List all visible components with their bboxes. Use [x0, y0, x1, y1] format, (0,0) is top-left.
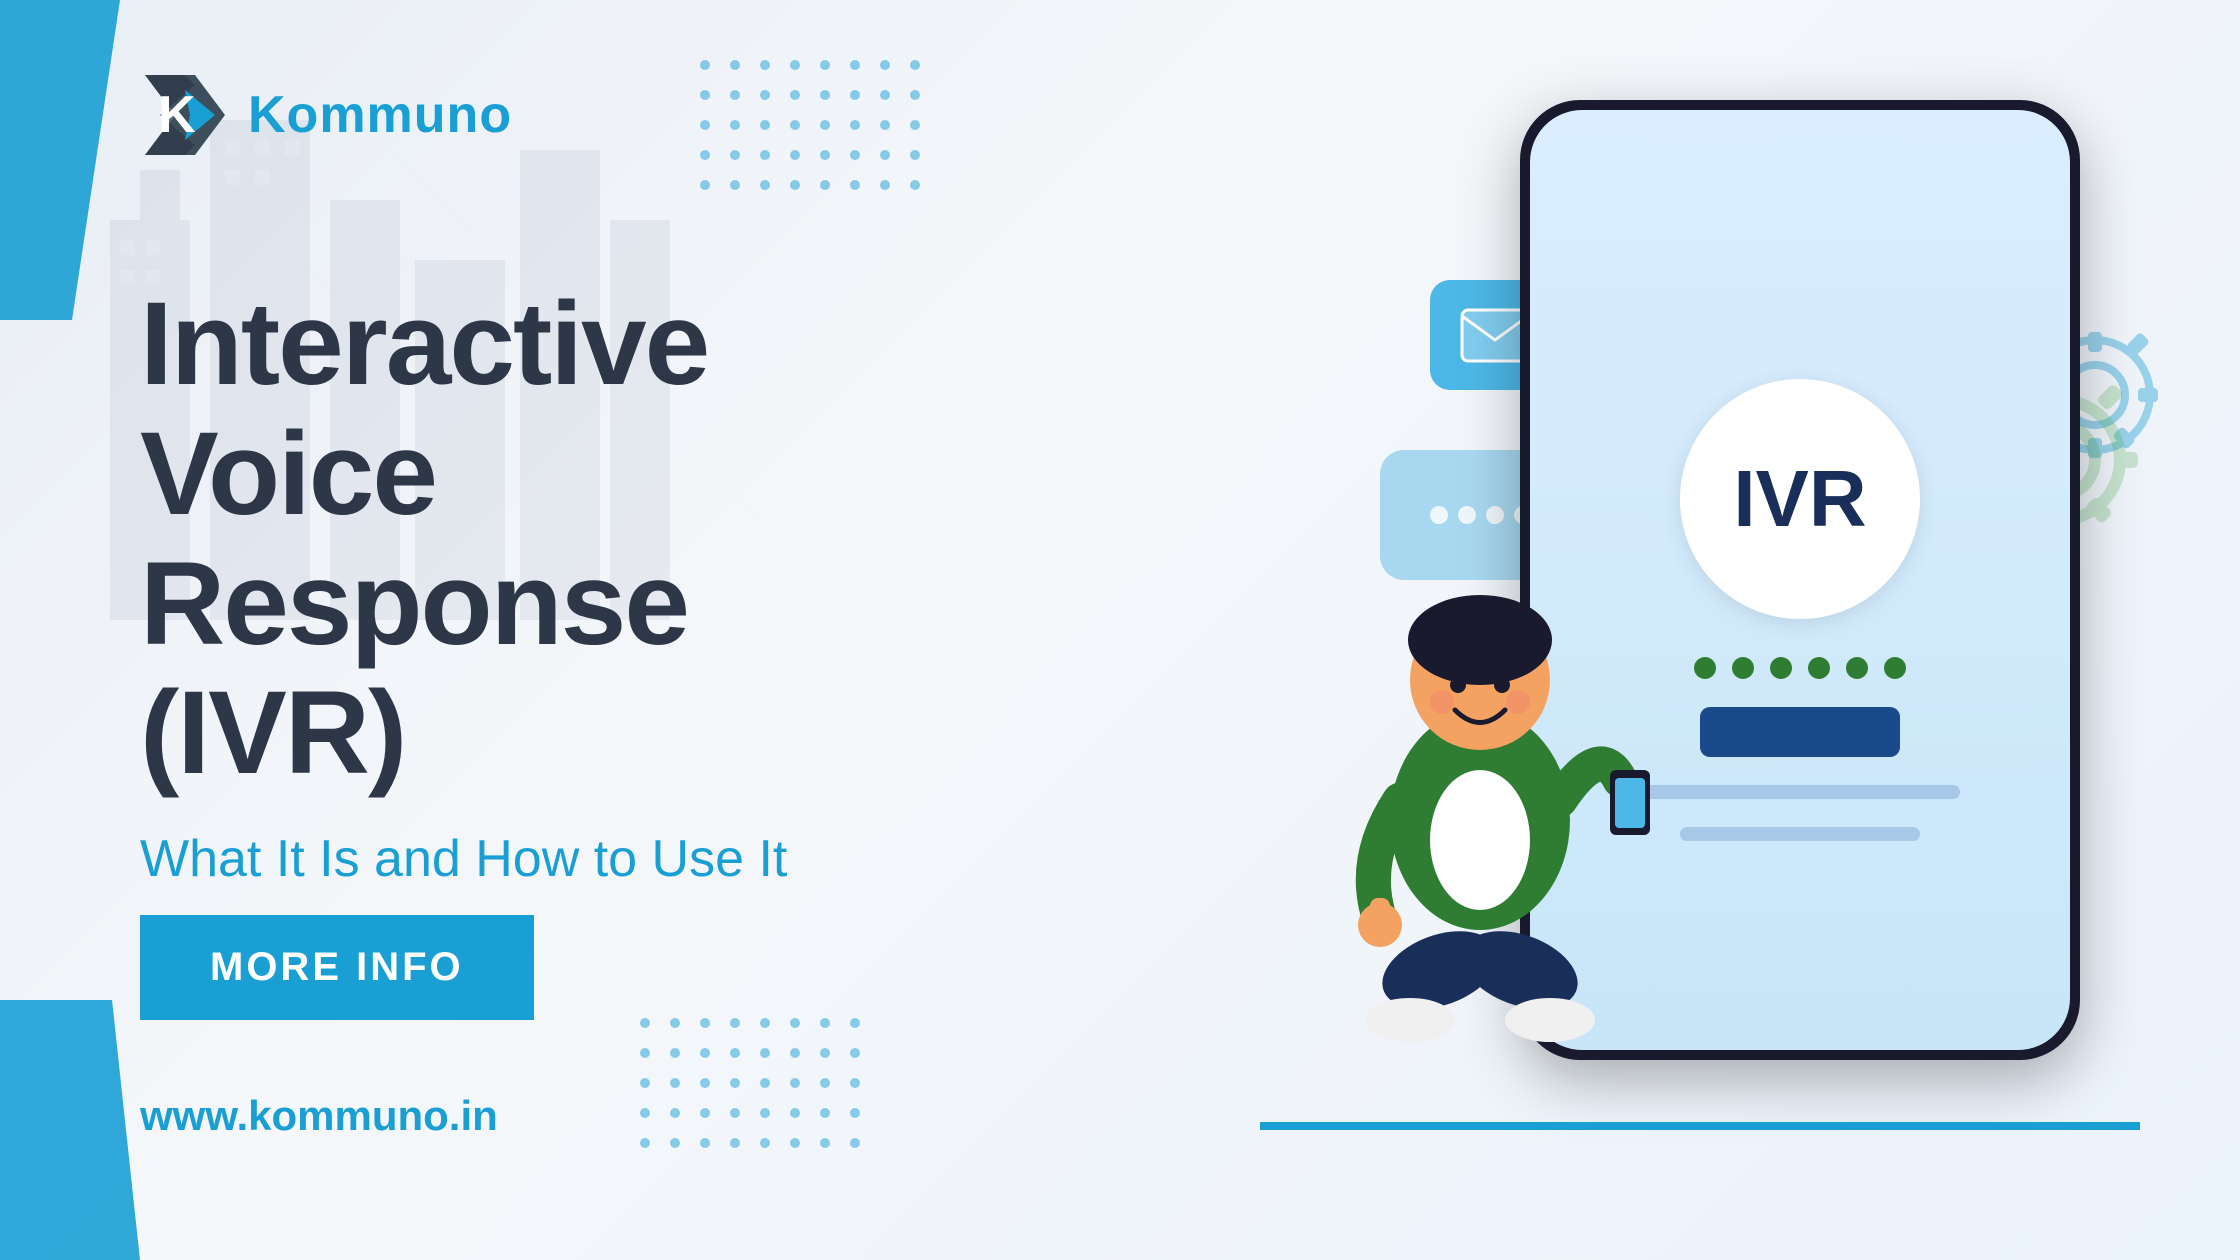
- subheadline: What It Is and How to Use It: [140, 829, 880, 889]
- password-dots: [1694, 657, 1906, 679]
- website-url: www.kommuno.in: [140, 1092, 498, 1140]
- dot-grid-bottom: [640, 1018, 872, 1160]
- page-background: K Kommuno Interactive Voice Response (IV…: [0, 0, 2240, 1260]
- svg-text:K: K: [158, 86, 196, 144]
- person-illustration: [1280, 540, 1680, 1100]
- phone-line-2: [1680, 827, 1920, 841]
- headline-line1: Interactive Voice: [140, 280, 880, 540]
- more-info-button[interactable]: MORE INFO: [140, 915, 534, 1020]
- kommuno-logo-icon: K: [140, 70, 230, 160]
- phone-button: [1700, 707, 1900, 757]
- phone-line-1: [1640, 785, 1960, 799]
- ivr-label: IVR: [1733, 453, 1866, 545]
- headline-area: Interactive Voice Response (IVR) What It…: [140, 280, 880, 889]
- phone-accent-line: [1260, 1122, 2140, 1130]
- brand-name: Kommuno: [248, 85, 512, 145]
- ivr-circle: IVR: [1680, 379, 1920, 619]
- headline-line2: Response (IVR): [140, 540, 880, 800]
- phone-area: IVR: [1460, 80, 2080, 1130]
- bg-shape-bottom-left: [0, 1000, 140, 1260]
- dot-grid-top: [700, 60, 932, 202]
- logo-area: K Kommuno: [140, 70, 512, 160]
- main-headline: Interactive Voice Response (IVR): [140, 280, 880, 799]
